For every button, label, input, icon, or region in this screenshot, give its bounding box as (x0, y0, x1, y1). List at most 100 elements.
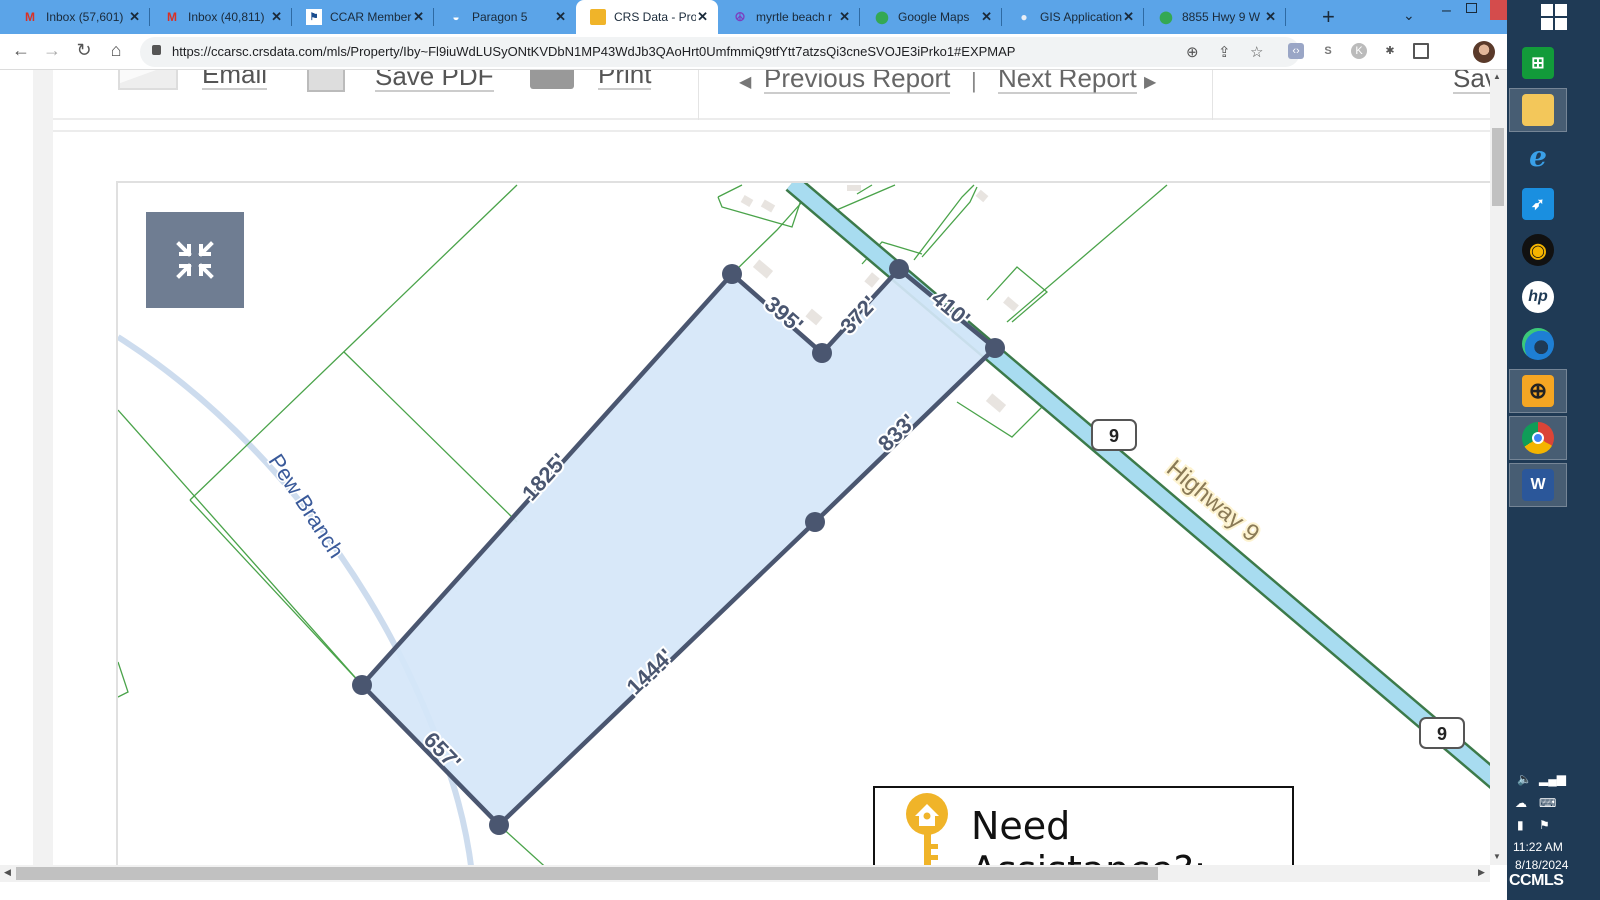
scrollbar-thumb[interactable] (16, 867, 1158, 880)
minimize-button[interactable]: – (1442, 2, 1451, 20)
maximize-button[interactable] (1466, 3, 1477, 13)
reload-icon[interactable]: ↻ (72, 40, 96, 61)
email-action[interactable]: Email (118, 70, 268, 90)
tab-ccar-member[interactable]: ⚑ CCAR Member ✕ (292, 0, 434, 34)
browser-toolbar: ← → ↻ ⌂ https://ccarsc.crsdata.com/mls/P… (0, 34, 1507, 70)
address-bar[interactable]: https://ccarsc.crsdata.com/mls/Property/… (140, 37, 1300, 67)
url-text[interactable]: https://ccarsc.crsdata.com/mls/Property/… (172, 44, 1015, 59)
print-link[interactable]: Print (598, 70, 652, 90)
triangle-left-icon: ◀ (739, 74, 752, 91)
tab-gis-application[interactable]: ● GIS Application ✕ (1002, 0, 1144, 34)
close-icon[interactable]: ✕ (839, 9, 850, 25)
taskbar-file-explorer[interactable] (1509, 88, 1567, 132)
close-icon[interactable]: ✕ (697, 9, 708, 25)
forward-arrow-icon[interactable]: → (40, 40, 64, 61)
printer-icon (530, 70, 574, 89)
window-bottom-edge (0, 882, 1507, 900)
report-toolbar: Email Save PDF Print ◀ Previous Report |… (53, 70, 1507, 120)
profile-avatar[interactable] (1473, 41, 1495, 63)
gmail-icon: M (167, 10, 177, 24)
new-tab-button[interactable]: + (1322, 4, 1335, 30)
tab-title: myrtle beach r (756, 10, 833, 24)
collapse-arrows-icon (176, 241, 214, 279)
home-icon[interactable]: ⌂ (104, 40, 128, 61)
share-icon[interactable]: ⇪ (1218, 43, 1231, 61)
scrollbar-thumb[interactable] (1492, 128, 1504, 206)
stream-line (118, 334, 475, 871)
tab-google-maps[interactable]: ⬤ Google Maps ✕ (860, 0, 1002, 34)
action-center-flag-icon[interactable]: ⚑ (1539, 818, 1550, 832)
tab-separator (1285, 8, 1286, 26)
print-action[interactable]: Print (530, 70, 652, 90)
scroll-right-arrow-icon[interactable]: ▶ (1478, 867, 1485, 878)
chrome-icon (1522, 422, 1554, 454)
signal-icon[interactable]: ▂▄▆ (1539, 772, 1566, 786)
taskbar-globe-app[interactable]: ⊕ (1509, 369, 1567, 413)
horizontal-scrollbar[interactable]: ◀ ▶ (0, 865, 1490, 882)
onedrive-warning-icon[interactable]: ☁ (1515, 796, 1527, 810)
word-icon: W (1522, 469, 1554, 501)
battery-icon[interactable]: ▮ (1517, 818, 1524, 832)
tab-paragon[interactable]: ◒ Paragon 5 ✕ (434, 0, 576, 34)
extension-k-icon[interactable]: K (1351, 43, 1367, 59)
vertex-handle (352, 675, 372, 695)
route-shield-number: 9 (1109, 426, 1119, 446)
clock-date[interactable]: 8/18/2024 (1515, 858, 1568, 872)
zoom-icon[interactable]: ⊕ (1186, 43, 1199, 61)
building (760, 199, 776, 213)
taskbar-edge[interactable] (1509, 322, 1567, 366)
taskbar-internet-explorer[interactable]: e (1509, 134, 1567, 178)
close-icon[interactable]: ✕ (1123, 9, 1134, 25)
close-icon[interactable]: ✕ (1265, 9, 1276, 25)
map-view[interactable]: 1825' 395' 372' 410' 833' 1444' 657' Pew… (116, 181, 1507, 871)
parcel-line (343, 351, 518, 523)
email-link[interactable]: Email (202, 70, 268, 90)
close-icon[interactable]: ✕ (413, 9, 424, 25)
bookmark-star-icon[interactable]: ☆ (1250, 43, 1263, 61)
exit-fullscreen-button[interactable] (146, 212, 244, 308)
puzzle-extensions-icon[interactable]: ✱ (1382, 43, 1398, 59)
tab-crs-data[interactable]: CRS Data - Pro ✕ (576, 0, 718, 34)
tab-strip: M Inbox (57,601) ✕ M Inbox (40,811) ✕ ⚑ … (0, 0, 1535, 34)
scroll-down-arrow-icon[interactable]: ▼ (1493, 852, 1501, 861)
parcel-line (118, 661, 129, 698)
clock-time[interactable]: 11:22 AM (1513, 840, 1563, 854)
tab-inbox-2[interactable]: M Inbox (40,811) ✕ (150, 0, 292, 34)
parcel-line (831, 184, 896, 213)
chevron-down-icon[interactable]: ⌄ (1403, 7, 1415, 24)
extension-code-icon[interactable]: ‹› (1288, 43, 1304, 59)
previous-report-link[interactable]: Previous Report (764, 70, 951, 94)
vertex-handle (722, 264, 742, 284)
close-icon[interactable]: ✕ (271, 9, 282, 25)
taskbar-hp[interactable]: hp (1509, 275, 1567, 319)
taskbar-store[interactable]: ⊞ (1509, 41, 1567, 85)
extension-s-icon[interactable]: S (1320, 43, 1336, 59)
save-pdf-action[interactable]: Save PDF (307, 70, 494, 92)
side-panel-icon[interactable] (1413, 43, 1429, 59)
tab-inbox-1[interactable]: M Inbox (57,601) ✕ (8, 0, 150, 34)
paragon-icon: ◒ (452, 10, 460, 24)
keyboard-layout-icon[interactable]: ⌨ (1539, 796, 1556, 810)
save-pdf-link[interactable]: Save PDF (375, 70, 494, 92)
tab-myrtle-beach[interactable]: ☮ myrtle beach r ✕ (718, 0, 860, 34)
taskbar-webcam-app[interactable]: ◉ (1509, 228, 1567, 272)
scroll-up-arrow-icon[interactable]: ▲ (1493, 72, 1501, 81)
close-icon[interactable]: ✕ (129, 9, 140, 25)
taskbar-word[interactable]: W (1509, 463, 1567, 507)
building (864, 272, 880, 288)
taskbar-rocket-app[interactable]: ➶ (1509, 182, 1567, 226)
vertical-scrollbar[interactable]: ▲ ▼ (1490, 70, 1507, 865)
back-arrow-icon[interactable]: ← (9, 40, 33, 61)
tab-8855-hwy[interactable]: ⬤ 8855 Hwy 9 W ✕ (1144, 0, 1286, 34)
stream-label: Pew Branch (264, 449, 350, 562)
maps-pin-icon: ⬤ (1159, 10, 1173, 24)
start-button[interactable] (1507, 0, 1600, 34)
next-report-link[interactable]: Next Report (998, 70, 1137, 94)
scroll-left-arrow-icon[interactable]: ◀ (4, 867, 11, 878)
close-icon[interactable]: ✕ (555, 9, 566, 25)
close-icon[interactable]: ✕ (981, 9, 992, 25)
volume-icon[interactable]: 🔈 (1517, 772, 1532, 786)
edge-icon (1522, 328, 1554, 360)
folder-icon (1522, 94, 1554, 126)
taskbar-chrome[interactable] (1509, 416, 1567, 460)
